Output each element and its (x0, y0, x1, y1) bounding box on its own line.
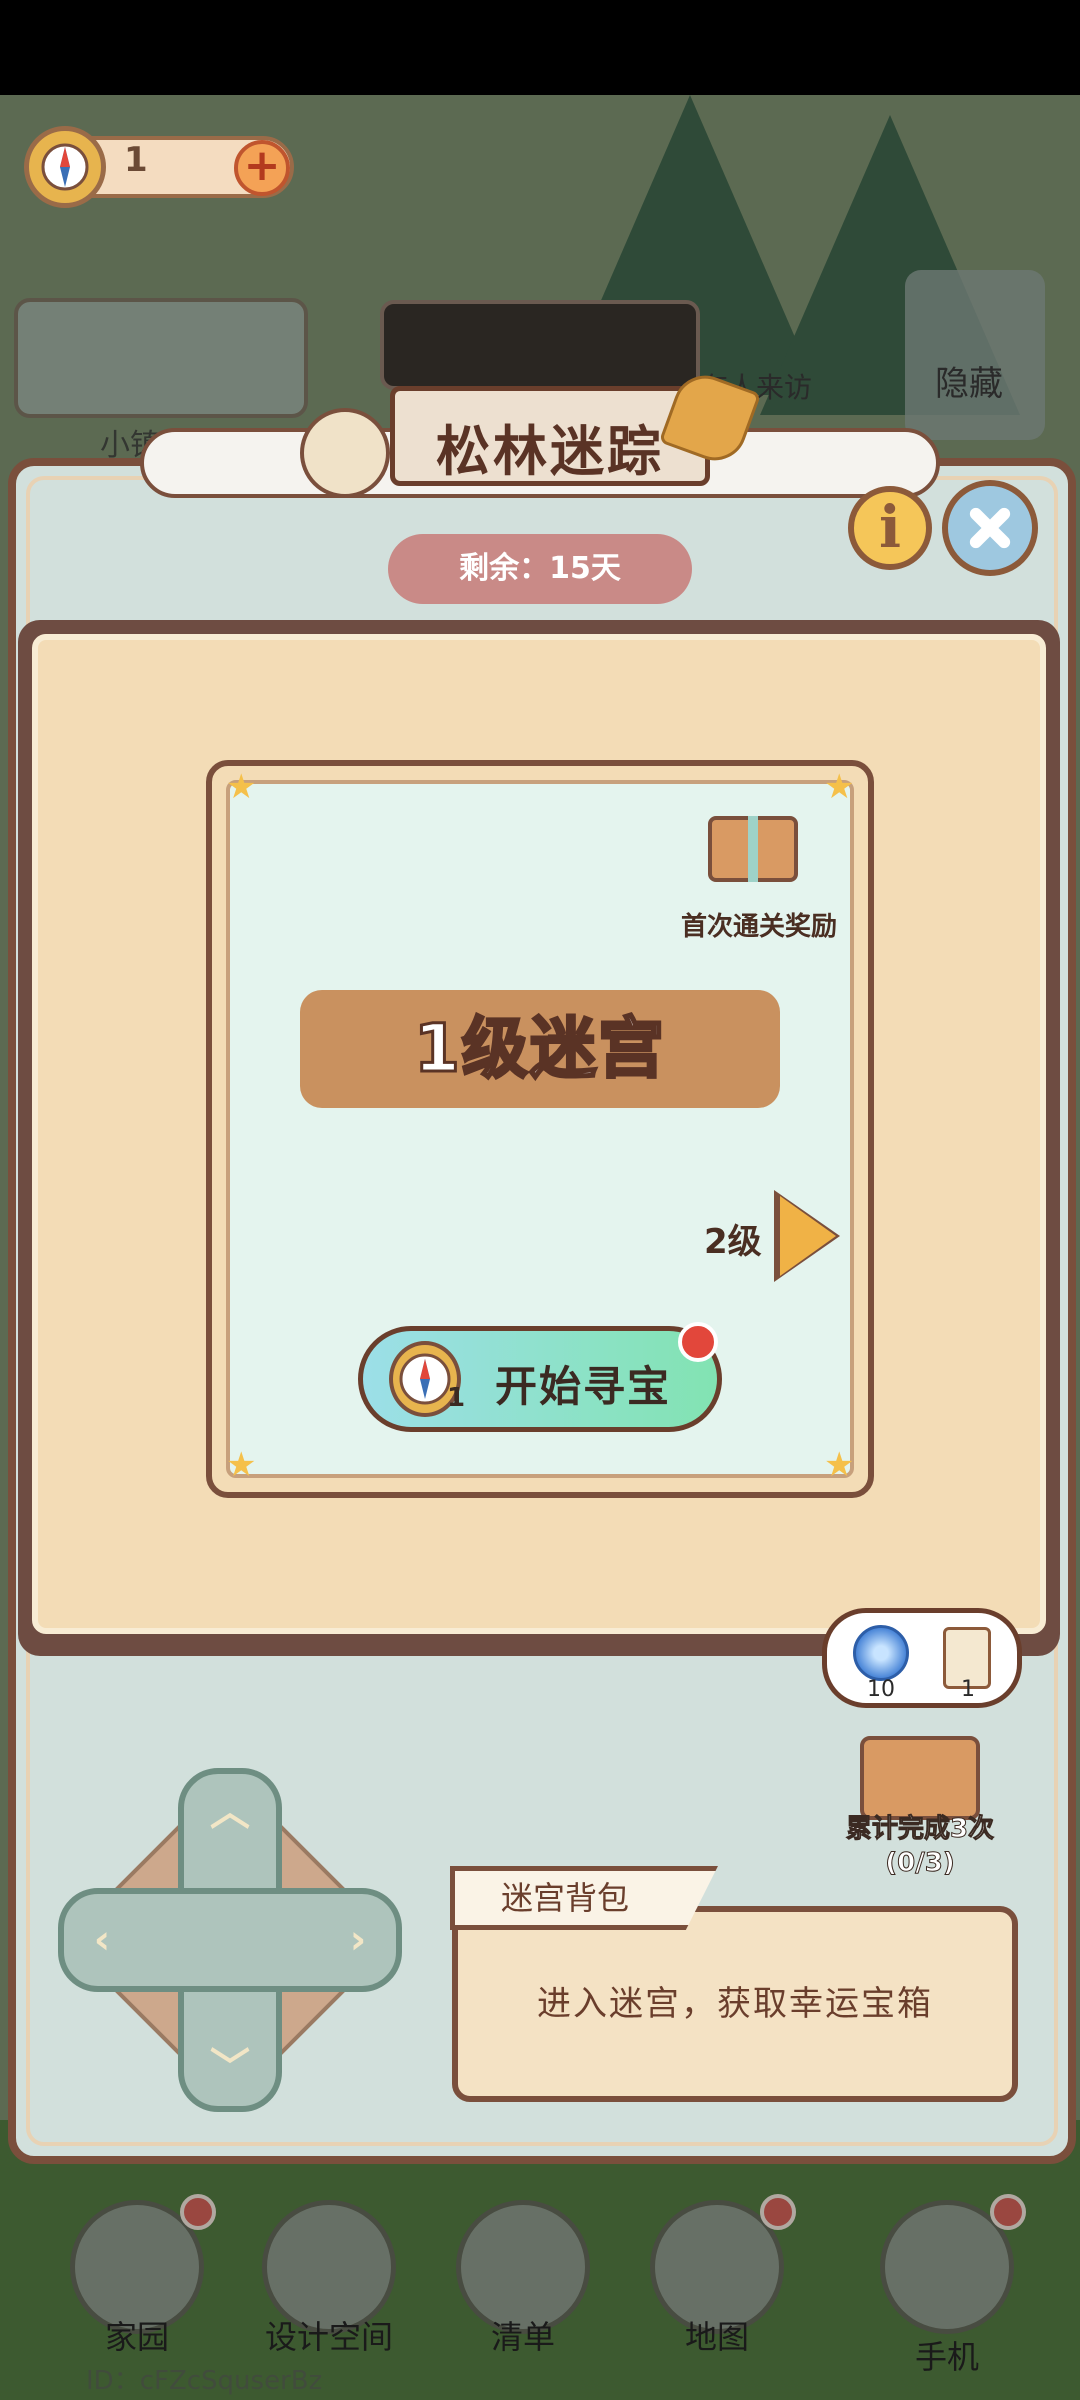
cumulative-label-line1: 累计完成3次 (845, 1814, 995, 1845)
nav-item-phone[interactable]: 手机 (860, 2186, 1030, 2386)
star-icon: ★ (226, 767, 257, 807)
remaining-days: 剩余：15天 (388, 534, 692, 604)
dpad-left-button[interactable]: ‹ (72, 1910, 132, 1970)
swirl-count: 10 (867, 1677, 895, 1702)
next-level-label: 2级 (704, 1222, 762, 1262)
hide-label: 隐藏 (935, 364, 1003, 404)
nav-item-checklist[interactable]: 清单 (436, 2186, 606, 2386)
info-button[interactable]: i (848, 486, 932, 570)
nav-label: 设计空间 (264, 2318, 393, 2356)
notification-dot (180, 2194, 216, 2230)
start-button-label: 开始寻宝 (495, 1362, 672, 1411)
arrow-right-fill (780, 1196, 836, 1276)
notification-dot (990, 2194, 1026, 2230)
nav-label: 地图 (684, 2318, 749, 2356)
modal-title: 松林迷踪 (436, 420, 664, 483)
star-icon: ★ (226, 1445, 257, 1485)
dpad-right-button[interactable]: › (328, 1910, 388, 1970)
backpack-message: 进入迷宫，获取幸运宝箱 (537, 1984, 933, 2024)
first-clear-chest-icon[interactable] (700, 790, 800, 890)
notification-dot (678, 1322, 718, 1362)
cumulative-reward-bubble: 10 1 (822, 1608, 1022, 1708)
direction-pad: ︿ ﹀ ‹ › (58, 1768, 402, 2112)
user-id: ID：cFZcSquserBz (86, 2366, 323, 2396)
star-icon: ★ (824, 1445, 855, 1485)
nav-label: 手机 (914, 2338, 979, 2376)
close-button[interactable] (942, 480, 1038, 576)
status-bar (0, 0, 1080, 95)
dpad-down-button[interactable]: ﹀ (200, 2038, 260, 2098)
notification-dot (760, 2194, 796, 2230)
add-compass-button[interactable]: + (234, 140, 290, 196)
swirl-icon (853, 1625, 909, 1681)
cumulative-label: 累计完成3次 (0/3) (820, 1812, 1020, 1880)
nav-label: 清单 (490, 2318, 555, 2356)
level-title: 1级迷宫 (300, 990, 780, 1108)
dpad-up-button[interactable]: ︿ (200, 1782, 260, 1842)
nav-item-map[interactable]: 地图 (630, 2186, 800, 2386)
star-icon: ★ (824, 767, 855, 807)
nav-item-home[interactable]: 家园 (50, 2186, 220, 2386)
compass-icon (24, 126, 106, 208)
start-cost: 1 (447, 1383, 466, 1413)
chest-box (860, 1736, 980, 1820)
cumulative-chest-icon[interactable] (854, 1716, 984, 1826)
pinecone-icon (300, 408, 390, 498)
title-banner: 松林迷踪 (140, 366, 940, 508)
scroll-count: 1 (961, 1677, 975, 1702)
maze-backpack-panel: 进入迷宫，获取幸运宝箱 (452, 1906, 1018, 2102)
start-treasure-button[interactable]: 1 开始寻宝 (358, 1326, 722, 1432)
backpack-tab: 迷宫背包 (450, 1866, 718, 1930)
cumulative-progress: (0/3) (885, 1848, 955, 1879)
compass-count: 1 (124, 140, 148, 180)
next-level-button[interactable]: 2级 (704, 1190, 844, 1282)
nav-item-design[interactable]: 设计空间 (242, 2186, 412, 2386)
compass-counter: 1 + (24, 126, 294, 208)
first-clear-reward-label: 首次通关奖励 (680, 912, 837, 942)
backpack-tab-label: 迷宫背包 (500, 1879, 629, 1917)
chest-ribbon (748, 816, 758, 882)
nav-label: 家园 (104, 2318, 169, 2356)
